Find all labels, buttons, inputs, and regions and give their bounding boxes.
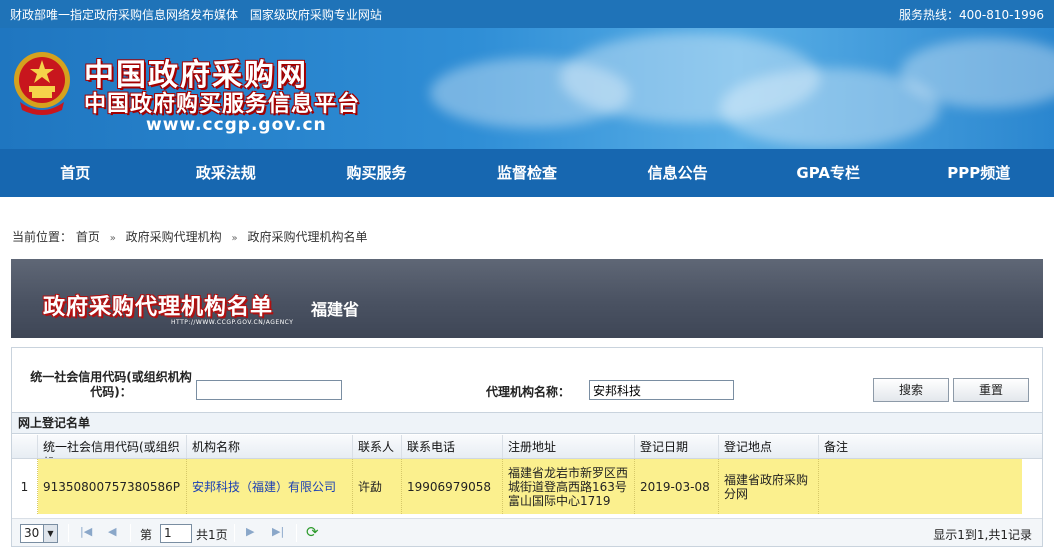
nav-ppp[interactable]: PPP频道 — [903, 149, 1054, 197]
pager-divider — [68, 524, 69, 542]
header-address[interactable]: 注册地址 — [503, 435, 635, 458]
breadcrumb-home[interactable]: 首页 — [76, 230, 100, 244]
code-label: 统一社会信用代码(或组织机构代码)： — [30, 370, 192, 399]
row-contact: 许勐 — [353, 459, 402, 514]
nav-purchase-services[interactable]: 购买服务 — [301, 149, 452, 197]
row-note — [819, 459, 1022, 514]
page-title-banner: 政府采购代理机构名单 福建省 HTTP://WWW.CCGP.GOV.CN/AG… — [11, 259, 1043, 338]
province-label: 福建省 — [311, 300, 360, 319]
nav-supervision[interactable]: 监督检查 — [452, 149, 603, 197]
search-panel: 统一社会信用代码(或组织机构代码)： 代理机构名称： 搜索 重置 网上登记名单 … — [11, 347, 1043, 547]
header-note[interactable]: 备注 — [819, 435, 1022, 458]
row-number: 1 — [12, 459, 38, 514]
main-nav: 首页 政采法规 购买服务 监督检查 信息公告 GPA专栏 PPP频道 — [0, 149, 1054, 197]
pager-divider — [130, 524, 131, 542]
page-title: 政府采购代理机构名单 — [43, 295, 274, 320]
table-row[interactable]: 1 91350800757380586P 安邦科技（福建）有限公司 许勐 199… — [12, 459, 1042, 514]
prev-page-icon[interactable]: ◀ — [108, 525, 116, 538]
breadcrumb-current: 政府采购代理机构名单 — [247, 230, 368, 244]
header-date[interactable]: 登记日期 — [635, 435, 719, 458]
breadcrumb-separator-icon: » — [109, 233, 116, 244]
first-page-icon[interactable]: |◀ — [80, 525, 92, 538]
service-hotline: 服务热线：400-810-1996 — [898, 8, 1044, 22]
page-size-value: 30 — [24, 526, 40, 540]
banner-url-text: HTTP://WWW.CCGP.GOV.CN/AGENCY — [171, 319, 294, 326]
national-emblem-icon — [14, 52, 70, 115]
next-page-icon[interactable]: ▶ — [246, 525, 254, 538]
breadcrumb-separator-icon: » — [231, 233, 238, 244]
breadcrumb-agencies[interactable]: 政府采购代理机构 — [126, 230, 222, 244]
search-form: 统一社会信用代码(或组织机构代码)： 代理机构名称： 搜索 重置 — [12, 354, 1042, 410]
pager-info: 显示1到1,共1记录 — [933, 528, 1032, 542]
row-date: 2019-03-08 — [635, 459, 719, 514]
search-button[interactable]: 搜索 — [873, 378, 949, 402]
row-location: 福建省政府采购分网 — [719, 459, 819, 514]
top-info-bar: 财政部唯一指定政府采购信息网络发布媒体 国家级政府采购专业网站 服务热线：400… — [0, 0, 1054, 28]
pagination-bar: 30 ▼ |◀ ◀ 第 1 共1页 ▶ ▶| ⟳ 显示1到1,共1记录 — [12, 518, 1042, 546]
grid-header: 统一社会信用代码(或组织机 机构名称 联系人 联系电话 注册地址 登记日期 登记… — [12, 435, 1042, 459]
chevron-down-icon[interactable]: ▼ — [43, 525, 57, 542]
agency-name-label: 代理机构名称： — [486, 385, 571, 399]
nav-gpa[interactable]: GPA专栏 — [753, 149, 904, 197]
nav-announcements[interactable]: 信息公告 — [602, 149, 753, 197]
row-code: 91350800757380586P — [38, 459, 187, 514]
site-subtitle: 中国政府购买服务信息平台 — [84, 92, 361, 117]
pager-divider — [234, 524, 235, 542]
pager-divider — [296, 524, 297, 542]
grid-title: 网上登记名单 — [12, 412, 1042, 434]
header-code[interactable]: 统一社会信用代码(或组织机 — [38, 435, 187, 458]
refresh-icon[interactable]: ⟳ — [306, 523, 319, 541]
last-page-icon[interactable]: ▶| — [272, 525, 284, 538]
header-phone[interactable]: 联系电话 — [402, 435, 503, 458]
agency-name-input[interactable] — [589, 380, 734, 400]
breadcrumb: 当前位置： 首页 » 政府采购代理机构 » 政府采购代理机构名单 — [12, 228, 367, 245]
header-location[interactable]: 登记地点 — [719, 435, 819, 458]
header-rownum — [12, 435, 38, 458]
top-slogan-1: 财政部唯一指定政府采购信息网络发布媒体 — [10, 8, 239, 22]
row-address: 福建省龙岩市新罗区西城街道登高西路163号富山国际中心1719 — [503, 459, 635, 514]
page-number-input[interactable]: 1 — [160, 524, 192, 543]
code-input[interactable] — [196, 380, 342, 400]
header-contact[interactable]: 联系人 — [353, 435, 402, 458]
page-size-select[interactable]: 30 ▼ — [20, 524, 58, 543]
page-total: 共1页 — [196, 528, 228, 542]
row-phone: 19906979058 — [402, 459, 503, 514]
nav-regulations[interactable]: 政采法规 — [151, 149, 302, 197]
row-agency-name-link[interactable]: 安邦科技（福建）有限公司 — [187, 459, 353, 514]
site-banner: 中国政府采购网 中国政府购买服务信息平台 www.ccgp.gov.cn — [0, 28, 1054, 149]
breadcrumb-prefix: 当前位置： — [12, 230, 73, 244]
page-prefix: 第 — [140, 528, 153, 542]
top-slogan-2: 国家级政府采购专业网站 — [249, 8, 382, 22]
reset-button[interactable]: 重置 — [953, 378, 1029, 402]
top-info-left: 财政部唯一指定政府采购信息网络发布媒体 国家级政府采购专业网站 — [10, 6, 390, 23]
header-name[interactable]: 机构名称 — [187, 435, 353, 458]
site-url: www.ccgp.gov.cn — [146, 115, 327, 135]
nav-home[interactable]: 首页 — [0, 149, 151, 197]
